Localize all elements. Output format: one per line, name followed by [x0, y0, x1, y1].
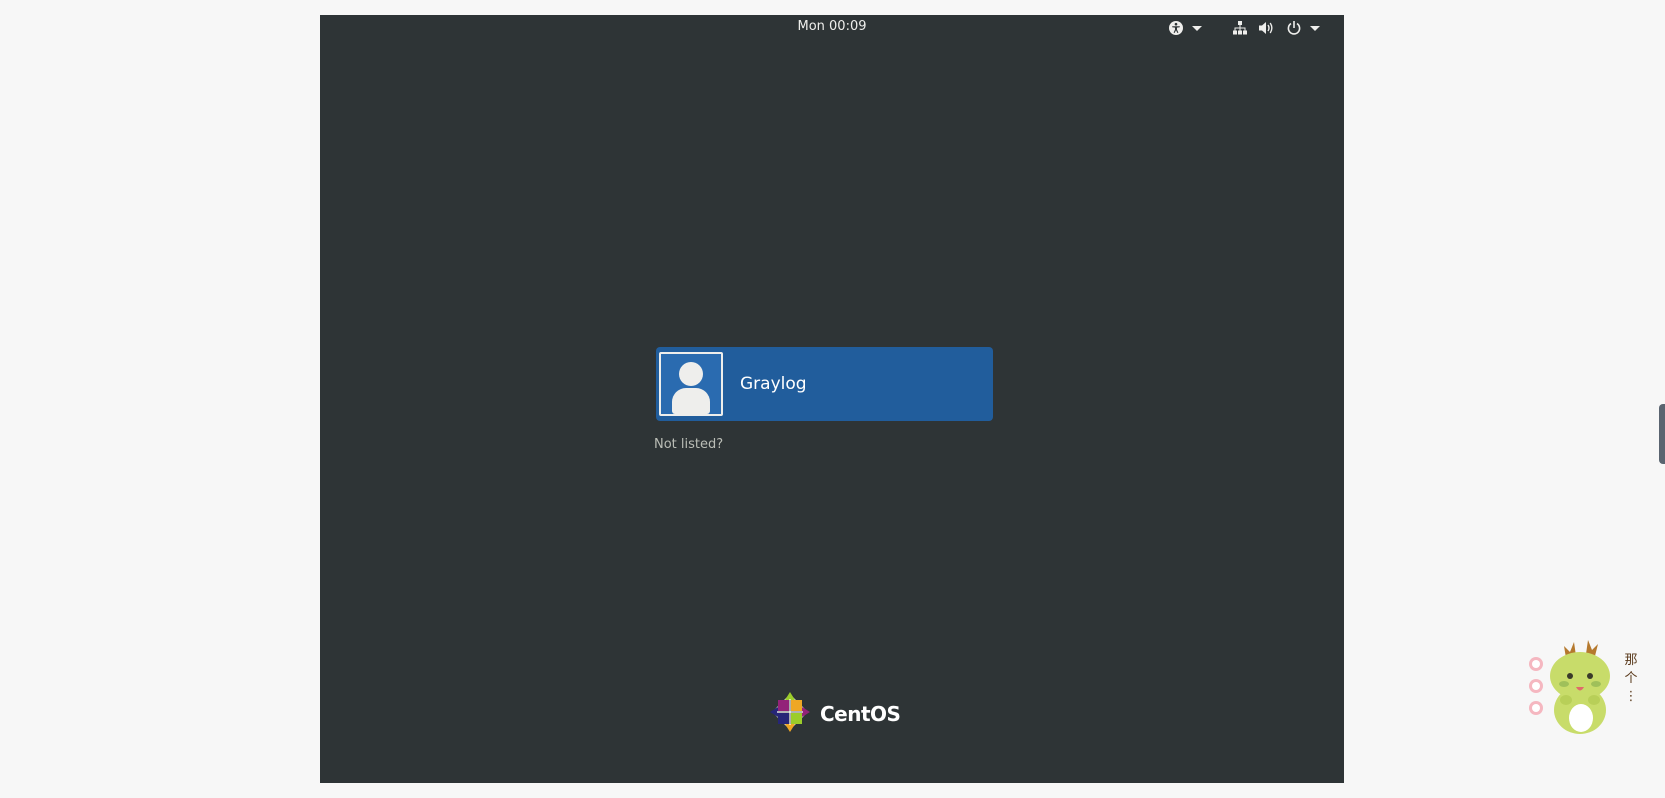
centos-emblem-icon	[768, 690, 812, 738]
user-name: Graylog	[740, 374, 807, 394]
default-user-avatar-icon	[659, 352, 723, 416]
centos-logo: CentOS	[768, 690, 901, 738]
power-icon	[1286, 20, 1302, 36]
vm-screen: Mon 00:09 Graylog Not listed? CentOS	[320, 15, 1344, 783]
accessibility-icon	[1168, 20, 1184, 36]
accessibility-menu[interactable]	[1168, 19, 1202, 37]
system-menu[interactable]	[1232, 19, 1320, 37]
network-icon	[1232, 20, 1248, 36]
volume-icon	[1258, 20, 1276, 36]
centos-logo-text: CentOS	[820, 702, 901, 726]
user-item-graylog[interactable]: Graylog	[656, 347, 993, 421]
not-listed-link[interactable]: Not listed?	[654, 437, 723, 452]
system-caret-icon	[1310, 25, 1320, 31]
accessibility-caret-icon	[1192, 25, 1202, 31]
side-panel-handle[interactable]	[1659, 404, 1665, 464]
top-bar: Mon 00:09	[320, 15, 1344, 41]
sticker-caption: 那 个 ⋮	[1624, 653, 1638, 704]
